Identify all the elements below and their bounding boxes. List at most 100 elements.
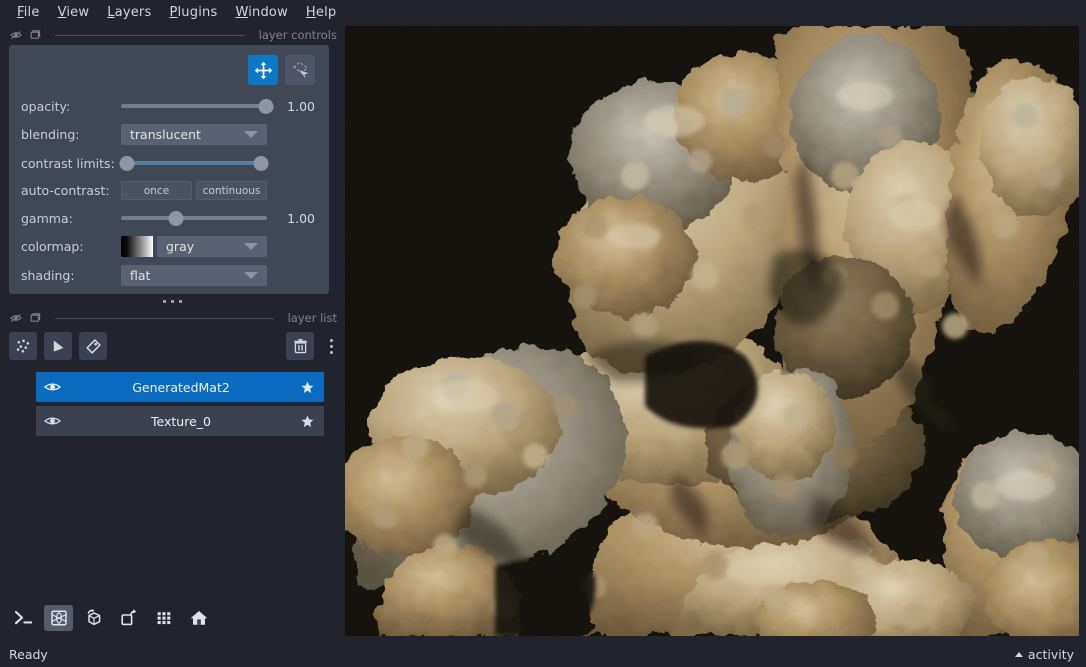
blending-label: blending: xyxy=(21,127,80,142)
menu-file[interactable]: File xyxy=(8,3,49,22)
main-body: layer controls opacity: 1.00 blending: t… xyxy=(0,25,1086,641)
layer-visibility-icon[interactable] xyxy=(44,380,61,394)
opacity-value: 1.00 xyxy=(287,98,315,114)
menu-window-mnemonic: W xyxy=(235,5,249,20)
menu-layers-mnemonic: L xyxy=(107,5,115,20)
menu-plugins[interactable]: Plugins xyxy=(160,3,226,22)
viewer-canvas[interactable] xyxy=(345,26,1079,636)
gamma-field: 1.00 xyxy=(121,208,315,228)
shading-field: flat xyxy=(121,265,315,286)
opacity-field: 1.00 xyxy=(121,96,315,116)
shading-label: shading: xyxy=(21,268,75,283)
layer-controls-panel: opacity: 1.00 blending: translucent cont… xyxy=(9,45,329,294)
layer-controls-float-icon[interactable] xyxy=(9,29,22,42)
menu-file-rest: ile xyxy=(23,5,40,20)
activity-button[interactable]: activity xyxy=(1014,646,1074,662)
auto-contrast-once-button[interactable]: once xyxy=(121,181,192,200)
layer-list-rule xyxy=(55,317,274,319)
coral-render xyxy=(345,26,1079,636)
contrast-limits-slider[interactable] xyxy=(119,153,269,173)
viewer-buttons-bar xyxy=(0,605,345,641)
contrast-limits-label: contrast limits: xyxy=(21,155,115,171)
colormap-value: gray xyxy=(166,239,195,254)
layer-pin-icon[interactable] xyxy=(301,415,314,428)
pan-zoom-mode-button[interactable] xyxy=(248,55,278,85)
layer-name-label: GeneratedMat2 xyxy=(132,379,230,395)
contrast-limits-handle-low[interactable] xyxy=(119,155,135,171)
colormap-combobox[interactable]: gray xyxy=(157,236,267,257)
layer-pin-icon[interactable] xyxy=(301,381,314,394)
opacity-slider[interactable] xyxy=(121,96,274,116)
menu-window[interactable]: Window xyxy=(226,3,296,22)
layer-controls-grid: opacity: 1.00 blending: translucent cont… xyxy=(21,96,315,286)
opacity-slider-handle[interactable] xyxy=(258,98,274,114)
gamma-value: 1.00 xyxy=(287,210,315,226)
splitter-dot xyxy=(163,299,166,303)
layer-name-label: Texture_0 xyxy=(151,413,211,429)
reset-view-button[interactable] xyxy=(184,605,213,631)
shading-value: flat xyxy=(130,268,151,283)
console-button[interactable] xyxy=(9,605,38,631)
auto-contrast-continuous-button[interactable]: continuous xyxy=(196,181,267,200)
splitter-dot xyxy=(171,299,174,303)
activity-label: activity xyxy=(1027,646,1074,662)
layer-list-title-label: layer list xyxy=(287,311,337,325)
transform-mode-button[interactable] xyxy=(285,55,315,85)
new-shapes-layer-button[interactable] xyxy=(44,332,72,360)
layer-list-float-icon[interactable] xyxy=(9,312,22,325)
layer-list-dock-title: layer list xyxy=(0,308,345,328)
chevron-down-icon xyxy=(244,243,258,250)
blending-value: translucent xyxy=(130,127,201,142)
new-labels-layer-button[interactable] xyxy=(79,332,107,360)
menu-bar: File View Layers Plugins Window Help xyxy=(0,0,1086,25)
auto-contrast-field: once continuous xyxy=(121,181,315,200)
new-points-layer-button[interactable] xyxy=(9,332,37,360)
layer-controls-dock-icon[interactable] xyxy=(28,29,41,42)
layer-list-menu-button[interactable] xyxy=(325,338,337,354)
status-bar: Ready activity xyxy=(0,641,1086,667)
colormap-field: gray xyxy=(121,236,315,257)
delete-layer-button[interactable] xyxy=(286,332,314,360)
layer-row-texture-0[interactable]: Texture_0 xyxy=(36,406,324,436)
blending-combobox[interactable]: translucent xyxy=(121,124,267,145)
shading-combobox[interactable]: flat xyxy=(121,265,267,286)
contrast-limits-handle-high[interactable] xyxy=(253,155,269,171)
layer-controls-rule xyxy=(55,34,245,36)
layer-list-dock-icon[interactable] xyxy=(28,312,41,325)
roll-dims-button[interactable] xyxy=(79,605,108,631)
layer-visibility-icon[interactable] xyxy=(44,414,61,428)
gamma-slider[interactable] xyxy=(121,208,267,228)
layer-list-empty-space xyxy=(0,436,345,605)
gamma-slider-handle[interactable] xyxy=(168,210,184,226)
layer-list-toolbar xyxy=(0,328,345,366)
auto-contrast-buttons: once continuous xyxy=(121,181,267,200)
kebab-dot xyxy=(329,350,333,354)
menu-plugins-mnemonic: P xyxy=(169,5,178,20)
dock-splitter-handle[interactable] xyxy=(0,294,345,308)
grid-view-button[interactable] xyxy=(149,605,178,631)
menu-help-mnemonic: H xyxy=(305,5,316,20)
layer-controls-title-label: layer controls xyxy=(258,28,337,42)
menu-view[interactable]: View xyxy=(49,3,99,22)
kebab-dot xyxy=(329,344,333,348)
layer-list: GeneratedMat2 Texture_0 xyxy=(36,372,324,436)
layer-row-generatedmat2[interactable]: GeneratedMat2 xyxy=(36,372,324,402)
auto-contrast-label: auto-contrast: xyxy=(21,183,110,198)
transpose-dims-button[interactable] xyxy=(114,605,143,631)
canvas-area xyxy=(345,25,1086,641)
contrast-limits-track-fill xyxy=(126,161,262,165)
layer-mode-buttons xyxy=(21,55,315,85)
ndisplay-toggle-button[interactable] xyxy=(44,605,73,631)
status-message: Ready xyxy=(9,646,48,662)
menu-help[interactable]: Help xyxy=(297,3,345,22)
opacity-slider-track xyxy=(121,104,267,108)
menu-layers[interactable]: Layers xyxy=(98,3,160,22)
menu-view-rest: iew xyxy=(66,5,90,20)
left-dock: layer controls opacity: 1.00 blending: t… xyxy=(0,25,345,641)
colormap-swatch[interactable] xyxy=(121,236,153,257)
menu-layers-rest: ayers xyxy=(114,5,152,20)
chevron-down-icon xyxy=(244,272,258,279)
contrast-limits-field xyxy=(119,153,315,173)
colormap-label: colormap: xyxy=(21,239,84,254)
menu-plugins-rest: lugins xyxy=(177,5,218,20)
